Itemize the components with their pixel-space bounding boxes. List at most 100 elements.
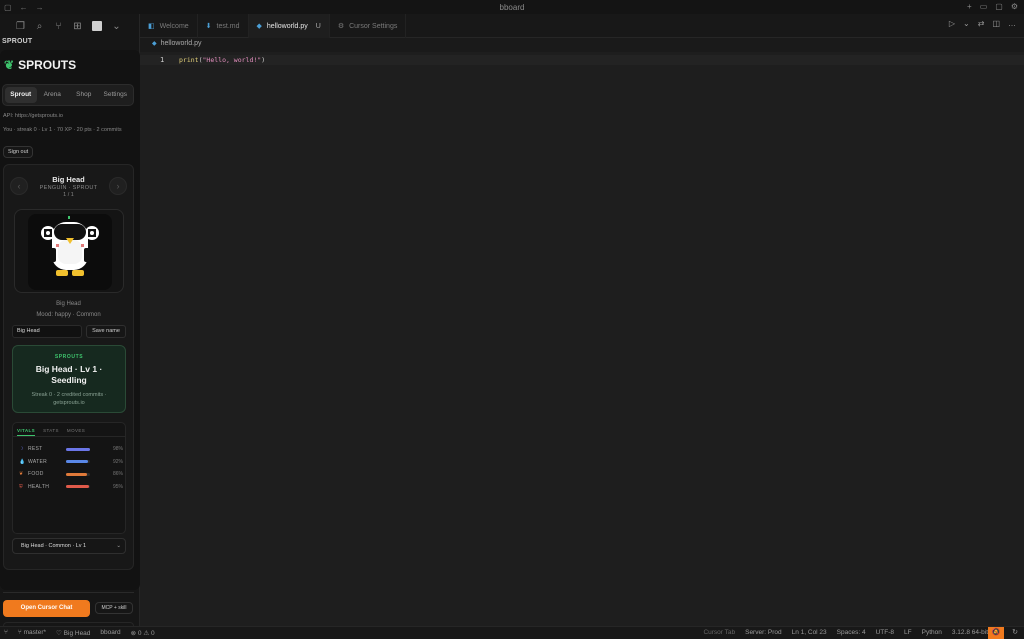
tab-label: Welcome bbox=[159, 22, 189, 30]
leaf-icon: ❦ bbox=[4, 58, 15, 72]
chevron-down-icon[interactable]: ⌄ bbox=[963, 19, 970, 28]
chat-icon[interactable]: ▢ bbox=[995, 2, 1003, 11]
layout-icon[interactable]: ▭ bbox=[980, 2, 988, 11]
tab-label: Cursor Settings bbox=[349, 22, 398, 30]
sign-out-button[interactable]: Sign out bbox=[3, 146, 34, 158]
vital-bar-fill bbox=[66, 485, 89, 488]
gear-icon[interactable]: ⚙ bbox=[1011, 2, 1018, 11]
indent-status[interactable]: Spaces: 4 bbox=[837, 629, 866, 636]
tab-welcome[interactable]: ◧ Welcome bbox=[140, 14, 198, 38]
summary-kicker: SPROUTS bbox=[54, 354, 84, 360]
user-summary: You · streak 0 · Lv 1 · 70 XP · 20 pts ·… bbox=[3, 127, 122, 133]
split-editor-icon[interactable]: ◫ bbox=[992, 19, 1000, 28]
heart-icon: ♡ bbox=[56, 630, 64, 637]
language-status[interactable]: Python bbox=[922, 629, 942, 636]
tab-label: helloworld.py bbox=[266, 22, 308, 30]
branch-label: master* bbox=[23, 629, 47, 636]
vital-percent: 98% bbox=[112, 446, 123, 452]
files-icon[interactable]: ❐ bbox=[16, 21, 25, 32]
mcp-skill-button[interactable]: MCP + skill bbox=[95, 602, 133, 614]
sync-icon[interactable]: ↻ bbox=[1012, 628, 1018, 636]
vital-percent: 95% bbox=[112, 483, 123, 490]
run-icon[interactable]: ▷ bbox=[949, 19, 955, 28]
branch-status[interactable]: ⑂ master* bbox=[18, 629, 46, 637]
current-line-highlight bbox=[140, 55, 1024, 65]
code-line[interactable]: print("Hello, world!") bbox=[179, 56, 265, 64]
vital-name: WATER bbox=[28, 458, 47, 465]
pet-status[interactable]: ♡ Big Head bbox=[56, 629, 90, 637]
code-editor[interactable]: 1 print("Hello, world!") bbox=[140, 52, 1024, 626]
tab-helloworld-py[interactable]: ◆ helloworld.py U bbox=[248, 14, 330, 38]
search-icon[interactable]: ⌕ bbox=[35, 21, 44, 32]
status-bar: ⑂ ⑂ master* ♡ Big Head bboard ⊗ 0 ⚠ 0 Cu… bbox=[0, 626, 1024, 639]
sprouts-logo-text: SPROUTS bbox=[18, 58, 77, 72]
editor-actions: ▷ ⌄ ⇄ ◫ … bbox=[949, 19, 1016, 28]
vital-percent: 86% bbox=[112, 471, 123, 477]
notification-bell-icon[interactable]: 🔕 bbox=[988, 627, 1004, 639]
summary-headline: Big Head · Lv 1 · Seedling bbox=[35, 364, 103, 385]
chevron-down-icon[interactable]: ⌄ bbox=[112, 21, 121, 32]
plus-icon[interactable]: + bbox=[967, 2, 972, 11]
more-icon[interactable]: … bbox=[1008, 19, 1016, 28]
pet-select[interactable]: Big Head · Common · Lv 1 ⌄ bbox=[12, 538, 126, 554]
pet-stage bbox=[28, 214, 112, 290]
water-drop-icon: 💧 bbox=[19, 458, 26, 465]
vital-bar-fill bbox=[66, 447, 90, 451]
tab-test-md[interactable]: ⬇ test.md bbox=[198, 14, 249, 38]
diff-icon[interactable]: ⇄ bbox=[978, 19, 985, 28]
pet-card: ‹ › Big Head PENGUIN · SPROUT 1 / 1 Big … bbox=[3, 164, 134, 570]
vital-bar-track bbox=[66, 447, 90, 451]
source-control-icon[interactable]: ⑂ bbox=[54, 21, 63, 32]
pet-label: Big Head bbox=[56, 301, 81, 307]
cursor-position[interactable]: Ln 1, Col 23 bbox=[792, 629, 827, 636]
vital-bar-track bbox=[66, 472, 90, 476]
interpreter-status[interactable]: 3.12.8 64-bit bbox=[952, 629, 988, 636]
code-paren-close: ) bbox=[261, 56, 266, 64]
pet-species: PENGUIN · SPROUT bbox=[39, 185, 98, 191]
save-name-button[interactable]: Save name bbox=[86, 325, 126, 338]
tab-moves[interactable]: MOVES bbox=[67, 428, 85, 436]
pet-name: Big Head bbox=[52, 175, 85, 184]
pet-name-input[interactable]: Big Head bbox=[12, 325, 82, 338]
status-right: Cursor Tab Server: Prod Ln 1, Col 23 Spa… bbox=[703, 629, 988, 636]
eol-status[interactable]: LF bbox=[904, 629, 912, 636]
sprouts-icon[interactable] bbox=[92, 21, 102, 31]
tab-vitals[interactable]: VITALS bbox=[17, 428, 36, 436]
server-status[interactable]: Server: Prod bbox=[745, 629, 782, 636]
vital-bar-track bbox=[66, 460, 90, 463]
chevron-down-icon: ⌄ bbox=[116, 543, 121, 549]
tab-arena[interactable]: Arena bbox=[37, 87, 69, 103]
workspace-status[interactable]: bboard bbox=[100, 629, 120, 637]
vital-row: ⛨ HEALTH 95% bbox=[19, 483, 123, 491]
health-shield-icon: ⛨ bbox=[19, 483, 23, 490]
code-string: "Hello, world!" bbox=[202, 56, 262, 64]
pet-pager: 1 / 1 bbox=[63, 192, 74, 198]
tab-shop[interactable]: Shop bbox=[68, 87, 100, 103]
summary-sub: Streak 0 · 2 credited commits · getsprou… bbox=[31, 392, 107, 406]
remote-icon[interactable]: ⑂ bbox=[4, 629, 8, 637]
sidebar: ❐ ⌕ ⑂ ⊞ ⌄ SPROUT ❦ SPROUTS Sprout Arena … bbox=[0, 14, 140, 638]
title-bar: ▢ ← → bboard + ▭ ▢ ⚙ bbox=[0, 0, 1024, 14]
editor-tabs: ◧ Welcome ⬇ test.md ◆ helloworld.py U ⚙ … bbox=[140, 14, 1024, 38]
pet-status-label: Big Head bbox=[63, 630, 91, 637]
tab-sprout[interactable]: Sprout bbox=[5, 87, 37, 103]
vital-bar-fill bbox=[66, 460, 89, 463]
open-cursor-chat-button[interactable]: Open Cursor Chat bbox=[3, 600, 90, 617]
tab-cursor-settings[interactable]: ⚙ Cursor Settings bbox=[330, 14, 407, 38]
tab-stats[interactable]: STATS bbox=[43, 428, 59, 436]
vital-name: FOOD bbox=[28, 471, 44, 477]
breadcrumb-file[interactable]: helloworld.py bbox=[161, 40, 202, 47]
encoding-status[interactable]: UTF-8 bbox=[876, 629, 894, 636]
problems-status[interactable]: ⊗ 0 ⚠ 0 bbox=[131, 629, 155, 637]
tab-label: test.md bbox=[216, 22, 240, 30]
window-title: bboard bbox=[499, 2, 525, 12]
python-icon: ◆ bbox=[152, 41, 157, 47]
vital-name: REST bbox=[28, 446, 43, 452]
vital-row: ☽ REST 98% bbox=[19, 445, 123, 453]
vital-row: ❦ FOOD 86% bbox=[19, 470, 123, 478]
sprouts-logo: ❦ SPROUTS bbox=[4, 58, 76, 72]
python-icon: ◆ bbox=[256, 23, 262, 30]
cursor-tab-status[interactable]: Cursor Tab bbox=[703, 629, 735, 636]
extensions-icon[interactable]: ⊞ bbox=[73, 21, 82, 32]
tab-settings[interactable]: Settings bbox=[100, 87, 132, 103]
